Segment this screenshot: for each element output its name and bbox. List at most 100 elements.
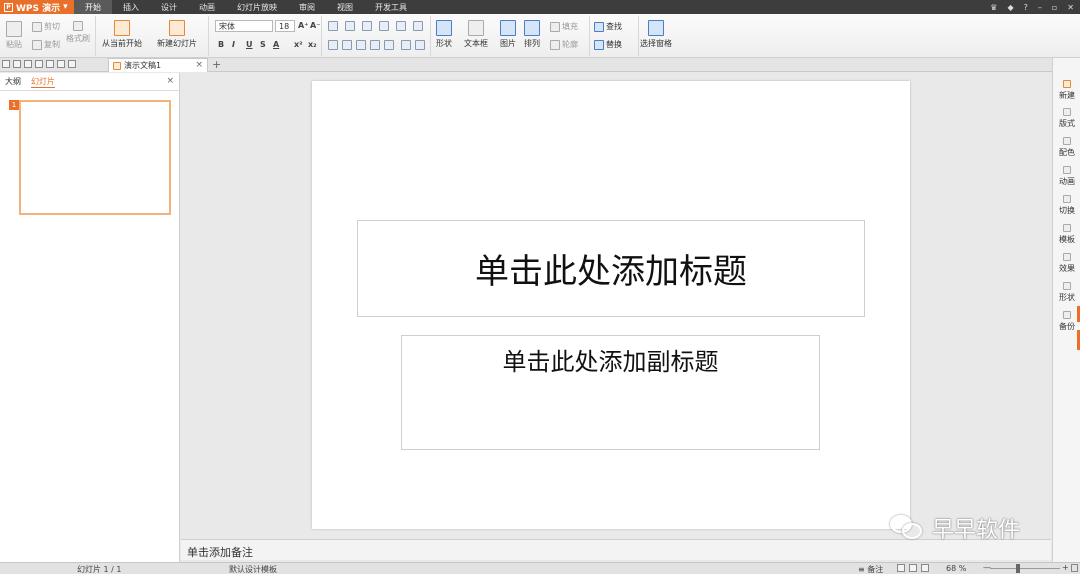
decrease-indent-icon[interactable] [362, 21, 372, 31]
bullet-list-icon[interactable] [328, 21, 338, 31]
export-pdf-icon[interactable] [35, 60, 43, 68]
underline-button[interactable]: U [246, 40, 253, 49]
format-painter-button[interactable]: 格式刷 [66, 21, 90, 44]
italic-button[interactable]: I [232, 40, 235, 49]
zoom-level[interactable]: 68 % [946, 564, 966, 573]
notes-toggle[interactable]: ≡ 备注 [858, 564, 883, 574]
title-placeholder[interactable]: 单击此处添加标题 [357, 220, 865, 317]
find-button[interactable]: 查找 [594, 21, 622, 32]
replace-button[interactable]: 替换 [594, 39, 622, 50]
restore-icon[interactable]: ▫ [1052, 3, 1057, 12]
zoom-in-button[interactable]: + [1062, 563, 1069, 572]
subtitle-placeholder[interactable]: 单击此处添加副标题 [401, 335, 820, 450]
layout-icon [1063, 108, 1071, 116]
tab-view[interactable]: 视图 [326, 0, 364, 14]
line-spacing-icon[interactable] [396, 21, 406, 31]
redo-icon[interactable] [68, 60, 76, 68]
outline-label: 轮廓 [562, 40, 578, 49]
fill-button[interactable]: 填充 [550, 21, 578, 32]
menu-bar: P WPS 演示 ▾ 开始 插入 设计 动画 幻灯片放映 审阅 视图 开发工具 … [0, 0, 1080, 14]
shrink-font-button[interactable]: A⁻ [310, 21, 320, 30]
align-center-icon[interactable] [342, 40, 352, 50]
copy-button[interactable]: 复制 [32, 39, 60, 50]
align-right-icon[interactable] [356, 40, 366, 50]
minimize-icon[interactable]: – [1038, 3, 1042, 12]
app-menu-button[interactable]: P WPS 演示 ▾ [0, 0, 74, 14]
slide-thumbnail[interactable] [19, 100, 171, 215]
tab-developer[interactable]: 开发工具 [364, 0, 418, 14]
skin-icon[interactable]: ♛ [990, 3, 997, 12]
columns-icon[interactable] [401, 40, 411, 50]
distribute-icon[interactable] [384, 40, 394, 50]
sidebar-item-effects[interactable]: 效果 [1053, 253, 1080, 274]
copy-label: 复制 [44, 40, 60, 49]
sidebar-item-template[interactable]: 模板 [1053, 224, 1080, 245]
fit-window-icon[interactable] [1071, 564, 1078, 572]
zoom-slider-handle[interactable] [1016, 564, 1020, 573]
sidebar-item-backup[interactable]: 备份 [1053, 311, 1080, 332]
tab-outline[interactable]: 大纲 [5, 76, 21, 87]
tab-review[interactable]: 审阅 [288, 0, 326, 14]
close-icon[interactable]: ✕ [1067, 3, 1074, 12]
sidebar-item-new[interactable]: 新建 [1053, 80, 1080, 101]
picture-label: 图片 [500, 39, 516, 48]
tab-home[interactable]: 开始 [74, 0, 112, 14]
normal-view-icon[interactable] [897, 564, 905, 572]
open-icon[interactable] [2, 60, 10, 68]
sorter-view-icon[interactable] [909, 564, 917, 572]
slide[interactable]: 单击此处添加标题 单击此处添加副标题 [312, 81, 910, 529]
close-tab-button[interactable]: × [195, 60, 203, 70]
arrange-icon [524, 20, 540, 36]
subscript-button[interactable]: x₂ [308, 40, 317, 49]
sidebar-item-transition[interactable]: 切换 [1053, 195, 1080, 216]
tab-slideshow[interactable]: 幻灯片放映 [226, 0, 288, 14]
tab-slides[interactable]: 幻灯片 [31, 76, 55, 88]
tab-document[interactable]: 演示文稿1 × [108, 58, 208, 72]
paste-button[interactable]: 粘贴 [6, 21, 22, 50]
app-name: WPS 演示 [16, 3, 61, 14]
undo-icon[interactable] [57, 60, 65, 68]
from-current-button[interactable]: 从当前开始 [102, 20, 142, 49]
tab-insert[interactable]: 插入 [112, 0, 150, 14]
close-pane-button[interactable]: × [166, 76, 174, 86]
outline-button[interactable]: 轮廓 [550, 39, 578, 50]
strike-button[interactable]: S [260, 40, 266, 49]
increase-indent-icon[interactable] [379, 21, 389, 31]
bold-button[interactable]: B [218, 40, 224, 49]
print-preview-icon[interactable] [46, 60, 54, 68]
numbered-list-icon[interactable] [345, 21, 355, 31]
sidebar-item-color[interactable]: 配色 [1053, 137, 1080, 158]
select-pane-label: 选择窗格 [640, 39, 672, 48]
text-direction-icon[interactable] [413, 21, 423, 31]
new-slide-label: 新建幻灯片 [157, 39, 197, 48]
new-slide-button[interactable]: 新建幻灯片 [157, 20, 197, 49]
font-name-select[interactable]: 宋体 [215, 20, 273, 32]
print-icon[interactable] [24, 60, 32, 68]
font-color-button[interactable]: A [273, 40, 279, 49]
font-size-select[interactable]: 18 [275, 20, 295, 32]
format-painter-label: 格式刷 [66, 34, 90, 43]
zoom-slider[interactable] [990, 568, 1060, 569]
arrange-button[interactable]: 排列 [524, 20, 540, 49]
tab-animation[interactable]: 动画 [188, 0, 226, 14]
save-icon[interactable] [13, 60, 21, 68]
user-icon[interactable]: ◆ [1007, 3, 1013, 12]
help-button[interactable]: ? [1024, 3, 1028, 12]
shape-button[interactable]: 形状 [436, 20, 452, 49]
sidebar-item-layout[interactable]: 版式 [1053, 108, 1080, 129]
grow-font-button[interactable]: A⁺ [298, 21, 308, 30]
new-tab-button[interactable]: + [212, 58, 221, 71]
justify-icon[interactable] [370, 40, 380, 50]
cut-button[interactable]: 剪切 [32, 21, 60, 32]
slide-canvas: 单击此处添加标题 单击此处添加副标题 [181, 73, 1051, 538]
slideshow-view-icon[interactable] [921, 564, 929, 572]
align-left-icon[interactable] [328, 40, 338, 50]
textbox-button[interactable]: 文本框 [464, 20, 488, 49]
tab-design[interactable]: 设计 [150, 0, 188, 14]
superscript-button[interactable]: x² [294, 40, 303, 49]
sidebar-item-animation[interactable]: 动画 [1053, 166, 1080, 187]
sidebar-item-shape[interactable]: 形状 [1053, 282, 1080, 303]
vertical-align-icon[interactable] [415, 40, 425, 50]
picture-button[interactable]: 图片 [500, 20, 516, 49]
select-pane-button[interactable]: 选择窗格 [640, 20, 672, 49]
